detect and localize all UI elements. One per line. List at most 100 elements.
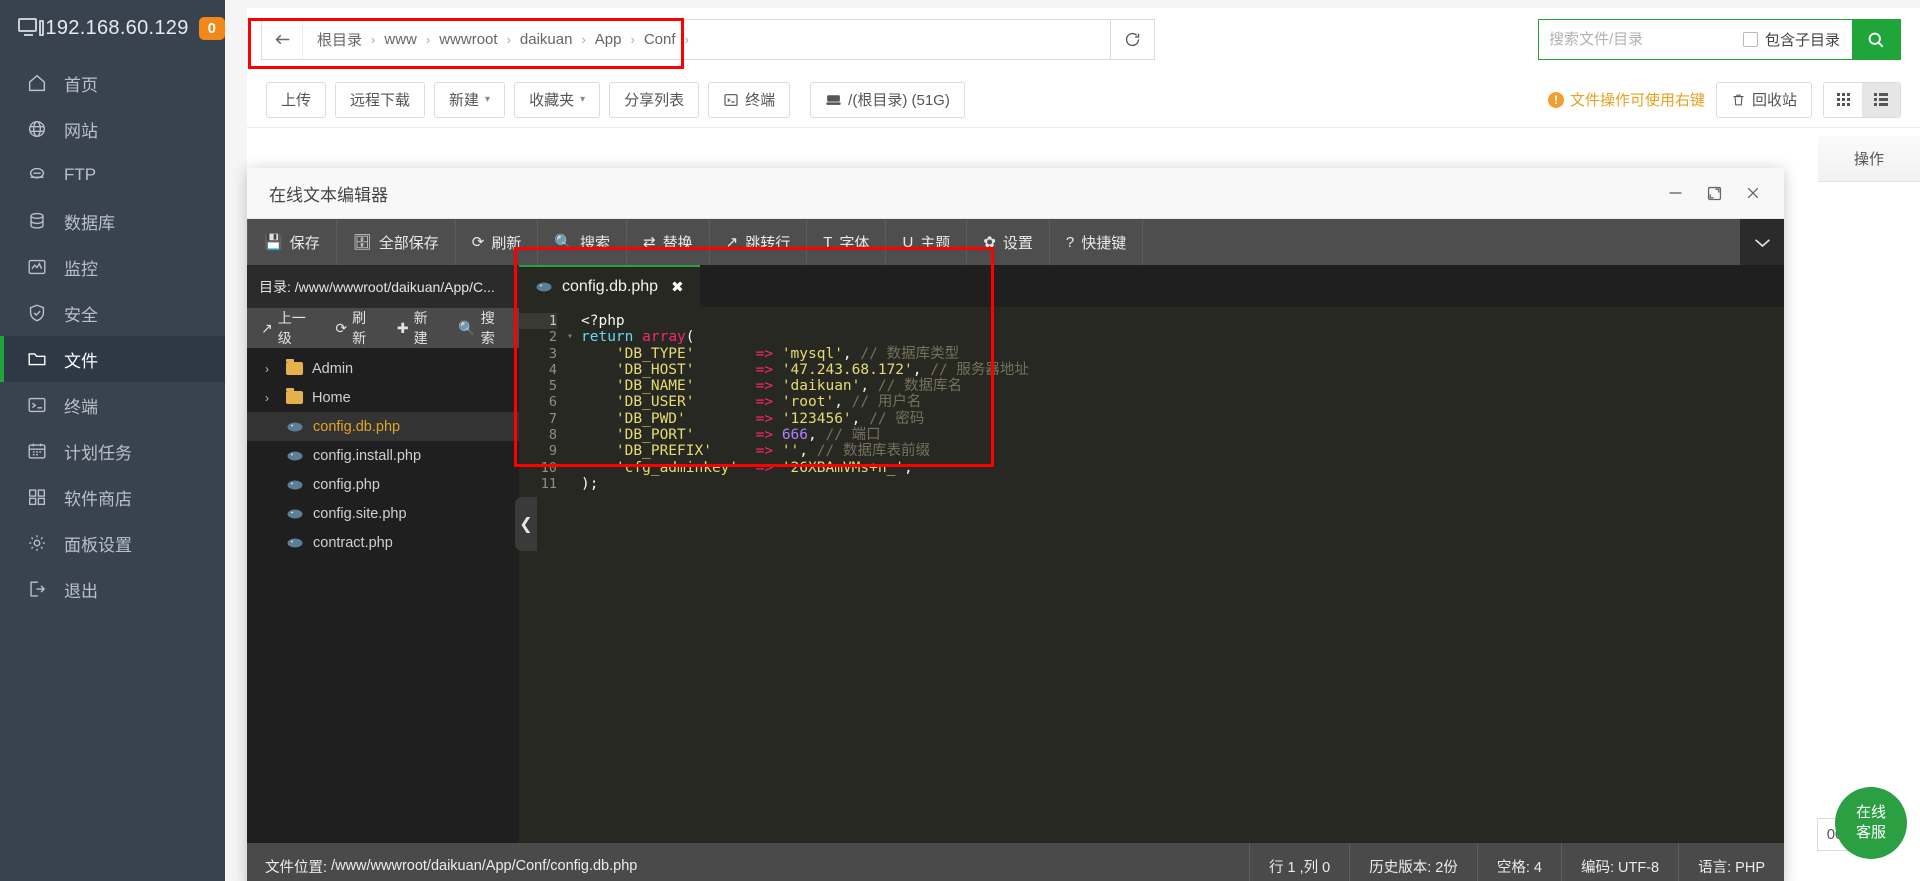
tree-refresh-button[interactable]: ⟳ 刷新 xyxy=(325,308,386,348)
tree-item-label: config.site.php xyxy=(313,505,407,522)
up-level-icon: ↗ xyxy=(261,319,273,336)
breadcrumb-item-app[interactable]: App xyxy=(595,31,622,48)
breadcrumb: 根目录 › www › wwwroot › daikuan › App › Co… xyxy=(261,19,1111,60)
sidebar-item-security[interactable]: 安全 xyxy=(0,290,225,336)
search-button[interactable] xyxy=(1852,20,1900,59)
close-icon[interactable]: ✖ xyxy=(671,278,684,296)
button-label: 新建 xyxy=(449,92,480,109)
status-history[interactable]: 历史版本: 2份 xyxy=(1349,843,1477,881)
tree-item-list: › Admin › Home config.db.php config.inst… xyxy=(247,348,519,557)
maximize-button[interactable] xyxy=(1706,185,1723,202)
grid-view-button[interactable] xyxy=(1824,82,1862,117)
line-number: 1 xyxy=(519,313,557,330)
line-number: 2 xyxy=(548,329,557,346)
include-subdir-checkbox[interactable] xyxy=(1742,32,1758,47)
sidebar-item-ftp[interactable]: FTP xyxy=(0,152,225,198)
search-input[interactable] xyxy=(1538,20,1739,59)
menu-save-all[interactable]: 🗄 全部保存 xyxy=(337,219,456,265)
minimize-button[interactable] xyxy=(1667,186,1684,200)
sidebar-item-home[interactable]: 首页 xyxy=(0,60,225,106)
back-button[interactable] xyxy=(262,20,302,59)
code-content: <?php return array( 'DB_TYPE' => 'mysql'… xyxy=(577,307,1784,843)
menu-search[interactable]: 🔍 搜索 xyxy=(538,219,628,265)
include-subdir-toggle[interactable]: 包含子目录 xyxy=(1739,20,1852,59)
code-editor[interactable]: 1 2 3 4 5 6 7 8 9 10 11 ▾ <?php return a… xyxy=(519,307,1784,843)
sidebar-item-panel-settings[interactable]: 面板设置 xyxy=(0,520,225,566)
fold-toggle[interactable]: ▾ xyxy=(563,329,577,345)
code-fold-gutter[interactable]: ▾ xyxy=(563,307,577,843)
tree-up-level-button[interactable]: ↗ 上一级 xyxy=(251,308,325,348)
maximize-icon xyxy=(1707,186,1722,200)
tree-file-config-site[interactable]: config.site.php xyxy=(247,499,519,528)
sidebar-item-database[interactable]: 数据库 xyxy=(0,198,225,244)
recycle-bin-button[interactable]: 回收站 xyxy=(1715,81,1812,118)
table-header-actions: 操作 xyxy=(1818,136,1920,182)
globe-icon xyxy=(28,120,46,138)
breadcrumb-item-root[interactable]: 根目录 xyxy=(317,29,362,50)
favorites-button[interactable]: 收藏夹 ▾ xyxy=(514,81,601,118)
grid-view-icon xyxy=(1836,93,1850,106)
tree-file-config-db[interactable]: config.db.php xyxy=(247,412,519,441)
share-list-button[interactable]: 分享列表 xyxy=(609,81,700,118)
list-view-button[interactable] xyxy=(1862,82,1900,117)
sidebar-item-website[interactable]: 网站 xyxy=(0,106,225,152)
menu-refresh[interactable]: ⟳ 刷新 xyxy=(456,219,539,265)
window-controls xyxy=(1667,185,1771,202)
sidebar-item-logout[interactable]: 退出 xyxy=(0,566,225,612)
breadcrumb-item-daikuan[interactable]: daikuan xyxy=(520,31,573,48)
status-spaces[interactable]: 空格: 4 xyxy=(1476,843,1561,881)
tree-new-button[interactable]: ✚ 新建 xyxy=(387,308,448,348)
status-file-location: 文件位置: /www/wwwroot/daikuan/App/Conf/conf… xyxy=(247,843,1249,881)
breadcrumb-item-www[interactable]: www xyxy=(384,31,417,48)
breadcrumb-item-conf[interactable]: Conf xyxy=(644,31,676,48)
close-button[interactable] xyxy=(1745,185,1761,201)
menu-font[interactable]: T 字体 xyxy=(807,219,887,265)
menu-label: 替换 xyxy=(662,234,693,252)
include-subdir-label: 包含子目录 xyxy=(1764,32,1840,49)
menu-save[interactable]: 💾 保存 xyxy=(247,219,337,265)
new-button[interactable]: 新建 ▾ xyxy=(434,81,506,118)
editor-tab-config-db[interactable]: config.db.php ✖ xyxy=(519,265,700,307)
sidebar-item-files[interactable]: 文件 xyxy=(0,336,225,382)
tree-search-button[interactable]: 🔍 搜索 xyxy=(448,308,515,348)
online-support-button[interactable]: 在线 客服 xyxy=(1835,787,1907,859)
sidebar-item-monitor[interactable]: 监控 xyxy=(0,244,225,290)
folder-icon xyxy=(28,353,46,366)
tree-folder-admin[interactable]: › Admin xyxy=(247,354,519,383)
theme-icon: U xyxy=(902,233,914,251)
plus-icon: ✚ xyxy=(396,319,409,336)
php-elephant-icon xyxy=(287,480,303,489)
sidebar-item-appstore[interactable]: 软件商店 xyxy=(0,474,225,520)
status-encoding[interactable]: 编码: UTF-8 xyxy=(1560,843,1678,881)
code-line-2: return array( xyxy=(581,329,695,346)
upload-button[interactable]: 上传 xyxy=(266,81,327,118)
breadcrumb-item-wwwroot[interactable]: wwwroot xyxy=(439,31,497,48)
tree-file-config-install[interactable]: config.install.php xyxy=(247,441,519,470)
tree-file-config[interactable]: config.php xyxy=(247,470,519,499)
status-file-path: /www/wwwroot/daikuan/App/Conf/config.db.… xyxy=(331,858,638,874)
status-language[interactable]: 语言: PHP xyxy=(1678,843,1784,881)
code-line-8: 'DB_PORT' => 666, // 端口 xyxy=(615,427,881,444)
menu-replace[interactable]: ⇄ 替换 xyxy=(627,219,710,265)
editor-collapse-button[interactable] xyxy=(1740,219,1784,265)
disk-icon xyxy=(826,95,841,105)
tree-folder-home[interactable]: › Home xyxy=(247,383,519,412)
refresh-button[interactable] xyxy=(1111,19,1155,60)
menu-goto-line[interactable]: ↗ 跳转行 xyxy=(710,219,808,265)
sidebar-item-terminal[interactable]: 终端 xyxy=(0,382,225,428)
ftp-icon xyxy=(29,167,45,179)
disk-root-button[interactable]: /(根目录) (51G) xyxy=(810,81,965,118)
database-icon xyxy=(30,212,44,229)
sidebar-item-cron[interactable]: 计划任务 xyxy=(0,428,225,474)
notification-badge[interactable]: 0 xyxy=(198,16,225,40)
remote-download-button[interactable]: 远程下载 xyxy=(335,81,426,118)
tree-file-contract[interactable]: contract.php xyxy=(247,528,519,557)
menu-shortcuts[interactable]: ? 快捷键 xyxy=(1050,219,1144,265)
menu-theme[interactable]: U 主题 xyxy=(886,219,968,265)
terminal-button[interactable]: 终端 xyxy=(708,81,791,118)
line-number: 11 xyxy=(540,475,557,492)
line-number: 9 xyxy=(548,443,557,460)
tree-collapse-handle[interactable]: ❮ xyxy=(515,497,537,551)
php-icon xyxy=(535,281,553,294)
menu-settings[interactable]: ✿ 设置 xyxy=(967,219,1050,265)
